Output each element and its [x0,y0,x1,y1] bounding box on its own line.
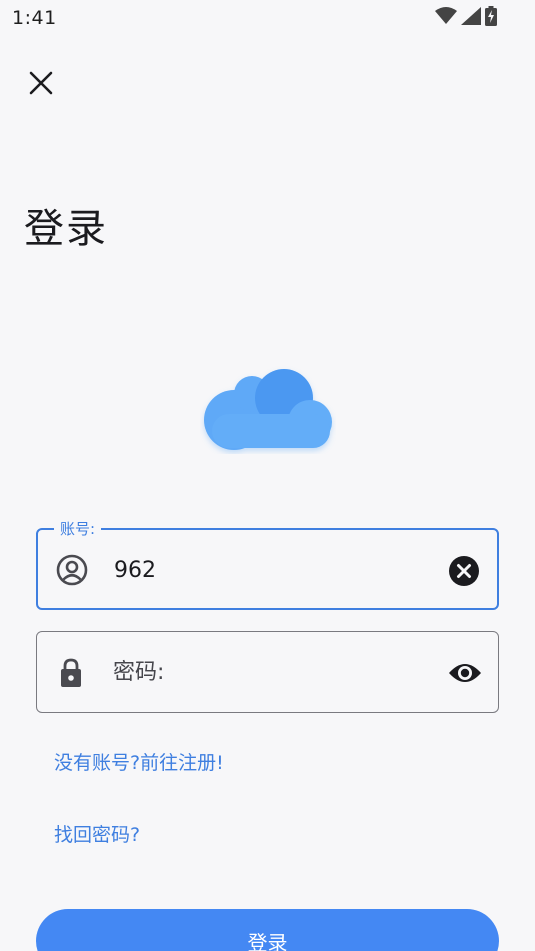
visibility-toggle[interactable] [448,656,482,690]
login-button[interactable]: 登录 [36,909,499,951]
wifi-icon [435,7,457,29]
account-input[interactable] [114,552,414,588]
account-field[interactable]: 账号: [36,518,499,610]
cellular-signal-icon [461,7,481,29]
login-button-label: 登录 [247,931,288,951]
account-circle-icon [56,554,88,586]
close-icon [29,71,53,95]
status-time: 1:41 [12,7,57,29]
clear-button[interactable] [447,554,481,588]
password-field[interactable] [36,631,499,713]
page-title: 登录 [24,206,108,252]
status-icons [435,6,497,30]
account-field-label: 账号: [54,518,102,539]
lock-icon [55,656,87,688]
login-screen: 1:41 登录 账号: 962 没有账号?前往注册! 找回密码? 登录 [0,0,535,951]
password-input[interactable] [113,654,413,690]
battery-charging-icon [485,6,497,30]
close-button[interactable] [18,60,64,106]
register-link[interactable]: 没有账号?前往注册! [54,748,224,775]
visibility-icon [449,664,481,682]
status-bar: 1:41 [0,0,535,38]
clear-icon [449,556,479,586]
cloud-icon [200,364,336,454]
forgot-password-link[interactable]: 找回密码? [54,820,140,847]
